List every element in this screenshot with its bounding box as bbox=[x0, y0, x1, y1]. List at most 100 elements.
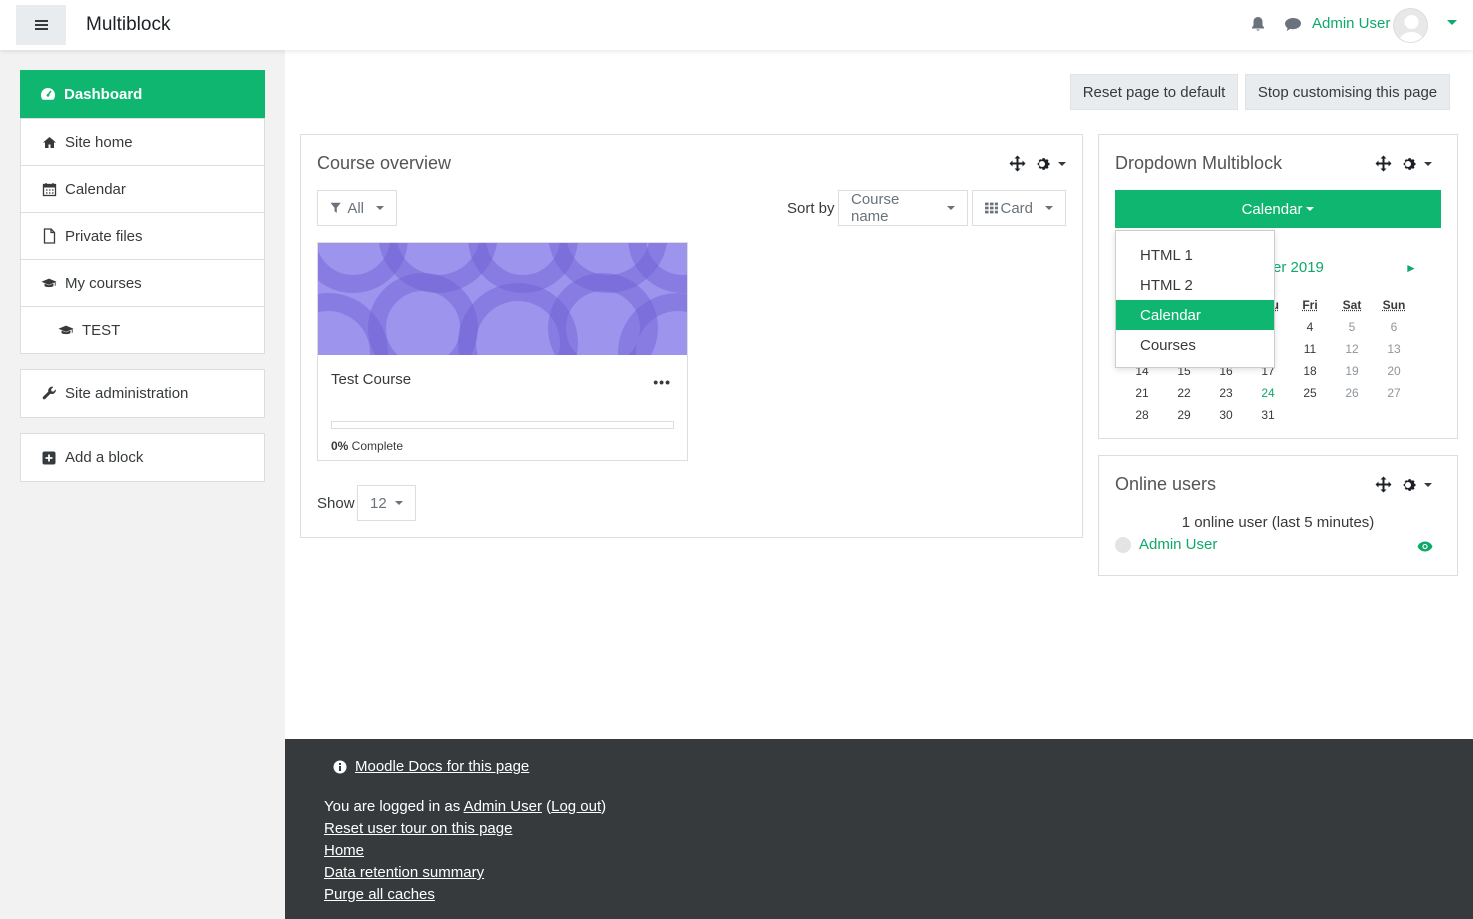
nav-item-dashboard[interactable]: Dashboard bbox=[20, 70, 265, 118]
calendar-day: 19 bbox=[1345, 364, 1359, 378]
nav-item-course-test[interactable]: TEST bbox=[21, 306, 264, 353]
calendar-day: 27 bbox=[1387, 386, 1401, 400]
block-menu-caret-icon[interactable] bbox=[1424, 482, 1432, 487]
sort-label: Sort by bbox=[787, 200, 835, 217]
add-block-group: Add a block bbox=[20, 433, 265, 482]
info-icon bbox=[333, 760, 347, 773]
calendar-day: 20 bbox=[1387, 364, 1401, 378]
nav-item-site-home[interactable]: Site home bbox=[21, 118, 264, 165]
online-users-summary: 1 online user (last 5 minutes) bbox=[1181, 514, 1375, 531]
block-controls bbox=[1375, 476, 1432, 493]
calendar-icon bbox=[41, 181, 57, 197]
nav-drawer: Dashboard Site home Calendar Private fil… bbox=[0, 50, 285, 919]
sort-dropdown[interactable]: Course name bbox=[838, 190, 968, 226]
filter-icon bbox=[330, 202, 341, 213]
user-name-link[interactable]: Admin User bbox=[1312, 15, 1390, 32]
purge-caches-link[interactable]: Purge all caches bbox=[324, 886, 435, 903]
online-users-block: Online users 1 online user (last 5 minut… bbox=[1098, 455, 1458, 576]
reset-user-tour-link[interactable]: Reset user tour on this page bbox=[324, 820, 512, 837]
calendar-month-title[interactable]: er 2019 bbox=[1273, 259, 1324, 276]
dropdown-multiblock-block: Dropdown Multiblock Calendar er 2019 ► T… bbox=[1098, 134, 1458, 439]
course-name-link[interactable]: Test Course bbox=[331, 371, 411, 388]
progress-percent: 0% bbox=[331, 439, 349, 453]
calendar-day: 21 bbox=[1135, 386, 1149, 400]
view-value: Card bbox=[1000, 199, 1033, 217]
bell-icon[interactable] bbox=[1250, 16, 1266, 33]
course-progress-label: 0% Complete bbox=[331, 439, 403, 453]
user-avatar-icon bbox=[1115, 536, 1131, 553]
file-icon bbox=[41, 228, 57, 244]
plus-square-icon bbox=[41, 450, 57, 466]
dropdown-item-calendar[interactable]: Calendar bbox=[1116, 300, 1274, 330]
view-dropdown[interactable]: Card bbox=[972, 190, 1066, 226]
calendar-week-row: 28 29 30 31 bbox=[1121, 404, 1441, 426]
nav-item-calendar[interactable]: Calendar bbox=[21, 165, 264, 212]
calendar-head-cell: Sat bbox=[1342, 298, 1362, 312]
move-icon[interactable] bbox=[1375, 155, 1392, 172]
logged-in-user-link[interactable]: Admin User bbox=[464, 798, 542, 815]
logged-in-line: You are logged in as Admin User (Log out… bbox=[324, 798, 607, 815]
main-nav-group: Dashboard Site home Calendar Private fil… bbox=[20, 70, 265, 354]
dashboard-icon bbox=[40, 86, 56, 102]
data-retention-link[interactable]: Data retention summary bbox=[324, 864, 484, 881]
show-count-dropdown[interactable]: 12 bbox=[357, 485, 416, 521]
show-count-value: 12 bbox=[370, 494, 387, 512]
calendar-day: 12 bbox=[1345, 342, 1359, 356]
user-avatar[interactable] bbox=[1393, 8, 1428, 43]
gear-icon[interactable] bbox=[1400, 477, 1416, 493]
multiblock-dropdown-caret-icon bbox=[1306, 207, 1315, 211]
grid-icon bbox=[985, 202, 999, 214]
block-menu-caret-icon[interactable] bbox=[1424, 161, 1432, 166]
drawer-toggle-button[interactable] bbox=[16, 5, 66, 45]
online-user-name[interactable]: Admin User bbox=[1139, 536, 1217, 553]
reset-page-button[interactable]: Reset page to default bbox=[1070, 74, 1238, 110]
graduation-cap-icon bbox=[58, 322, 74, 338]
user-menu-caret-icon[interactable] bbox=[1447, 20, 1457, 25]
stop-customising-button[interactable]: Stop customising this page bbox=[1245, 74, 1450, 110]
gear-icon[interactable] bbox=[1034, 156, 1050, 172]
online-users-title: Online users bbox=[1115, 474, 1217, 494]
moodle-docs-link[interactable]: Moodle Docs for this page bbox=[355, 758, 529, 775]
course-overview-title: Course overview bbox=[317, 153, 452, 173]
site-brand[interactable]: Multiblock bbox=[86, 14, 170, 36]
block-menu-caret-icon[interactable] bbox=[1058, 161, 1066, 166]
logout-link[interactable]: Log out bbox=[551, 798, 601, 815]
filter-dropdown[interactable]: All bbox=[317, 190, 397, 226]
chat-icon[interactable] bbox=[1284, 17, 1302, 32]
home-link[interactable]: Home bbox=[324, 842, 364, 859]
gear-icon[interactable] bbox=[1400, 156, 1416, 172]
calendar-day: 29 bbox=[1177, 408, 1191, 422]
move-icon[interactable] bbox=[1009, 155, 1026, 172]
nav-item-private-files[interactable]: Private files bbox=[21, 212, 264, 259]
course-card[interactable]: Test Course ••• 0% Complete bbox=[317, 242, 688, 461]
online-user-row[interactable]: Admin User bbox=[1115, 536, 1217, 553]
multiblock-dropdown-button[interactable]: Calendar bbox=[1115, 190, 1441, 228]
course-image[interactable] bbox=[318, 243, 687, 355]
dropdown-item-html-1[interactable]: HTML 1 bbox=[1116, 240, 1274, 270]
move-icon[interactable] bbox=[1375, 476, 1392, 493]
calendar-head-cell: Fri bbox=[1302, 298, 1318, 312]
nav-label-dashboard: Dashboard bbox=[64, 85, 143, 103]
sort-caret-icon bbox=[947, 206, 955, 210]
nav-label-site-home: Site home bbox=[65, 133, 133, 151]
show-label: Show bbox=[317, 495, 355, 512]
dropdown-item-courses[interactable]: Courses bbox=[1116, 330, 1274, 360]
multiblock-title: Dropdown Multiblock bbox=[1115, 153, 1283, 173]
main-region: Reset page to default Stop customising t… bbox=[285, 50, 1473, 739]
calendar-next-arrow-icon[interactable]: ► bbox=[1405, 261, 1417, 275]
graduation-cap-icon bbox=[41, 275, 57, 291]
eye-icon[interactable] bbox=[1417, 541, 1433, 552]
sort-value: Course name bbox=[851, 191, 900, 225]
nav-item-add-block[interactable]: Add a block bbox=[21, 434, 264, 481]
nav-item-site-administration[interactable]: Site administration bbox=[21, 370, 264, 417]
nav-label-private-files: Private files bbox=[65, 227, 143, 245]
calendar-day: 28 bbox=[1135, 408, 1149, 422]
nav-item-my-courses[interactable]: My courses bbox=[21, 259, 264, 306]
nav-label-course-test: TEST bbox=[82, 321, 121, 339]
view-caret-icon bbox=[1045, 206, 1053, 210]
calendar-day: 13 bbox=[1387, 342, 1401, 356]
course-actions-ellipsis-icon[interactable]: ••• bbox=[653, 374, 671, 390]
calendar-day-today[interactable]: 24 bbox=[1247, 386, 1289, 400]
progress-suffix: Complete bbox=[348, 439, 404, 453]
dropdown-item-html-2[interactable]: HTML 2 bbox=[1116, 270, 1274, 300]
